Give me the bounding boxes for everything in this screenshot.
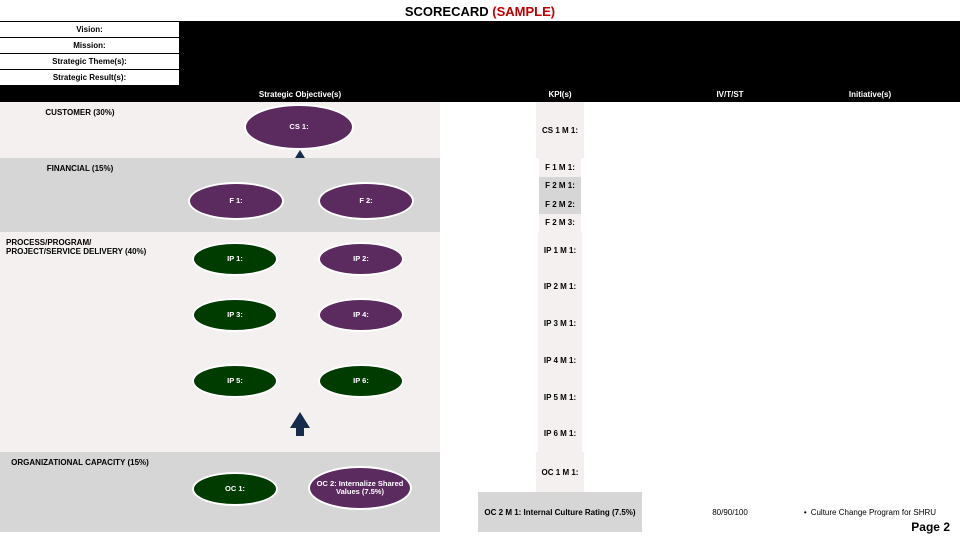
- init-customer: [780, 102, 960, 158]
- kpi-ip5m1: IP 5 M 1:: [538, 379, 582, 416]
- kpi-area-orgcap: OC 1 M 1: OC 2 M 1: Internal Culture Rat…: [440, 452, 680, 532]
- columns-header: Strategic Objective(s) KPI(s) IV/T/ST In…: [0, 86, 960, 102]
- ivtst-orgcap: 80/90/100: [680, 452, 780, 532]
- kpi-oc1m1: OC 1 M 1:: [536, 452, 585, 492]
- kpi-area-customer: CS 1 M 1:: [440, 102, 680, 158]
- mission-label: Mission:: [0, 38, 180, 53]
- col-objective-head: Strategic Objective(s): [160, 86, 440, 102]
- ivtst-oc2: 80/90/100: [712, 492, 748, 532]
- obj-area-customer: CS 1:: [160, 102, 440, 158]
- vision-row: Vision:: [0, 22, 960, 38]
- header-rows: Vision: Mission: Strategic Theme(s): Str…: [0, 21, 960, 86]
- init-process: [780, 232, 960, 452]
- result-label: Strategic Result(s):: [0, 70, 180, 85]
- title-main: SCORECARD: [405, 4, 489, 19]
- result-value-2: [570, 70, 960, 85]
- bubble-ip1: IP 1:: [192, 242, 278, 276]
- bubble-oc2: OC 2: Internalize Shared Values (7.5%): [308, 466, 412, 510]
- kpi-ip4m1: IP 4 M 1:: [538, 342, 582, 379]
- bubble-cs1: CS 1:: [244, 104, 354, 150]
- bubble-oc1: OC 1:: [192, 472, 278, 506]
- kpi-area-process: IP 1 M 1: IP 2 M 1: IP 3 M 1: IP 4 M 1: …: [440, 232, 680, 452]
- perspective-customer: CUSTOMER (30%): [0, 102, 160, 158]
- obj-area-orgcap: OC 1: OC 2: Internalize Shared Values (7…: [160, 452, 440, 532]
- theme-label: Strategic Theme(s):: [0, 54, 180, 69]
- tier-financial: FINANCIAL (15%) F 1: F 2: F 1 M 1: F 2 M…: [0, 158, 960, 232]
- theme-value-2: [570, 54, 960, 69]
- bubble-f2: F 2:: [318, 182, 414, 220]
- title-suffix: (SAMPLE): [492, 4, 555, 19]
- bullet-icon: •: [804, 508, 807, 517]
- col-initiative-head: Initiative(s): [780, 86, 960, 102]
- kpi-f1m1: F 1 M 1:: [539, 158, 581, 177]
- ivtst-financial: [680, 158, 780, 232]
- init-financial: [780, 158, 960, 232]
- kpi-f2m2: F 2 M 2:: [539, 195, 581, 214]
- kpi-ip2m1: IP 2 M 1:: [538, 269, 582, 306]
- arrow-up-icon-2: [290, 412, 310, 428]
- obj-area-process: IP 1: IP 2: IP 3: IP 4: IP 5: IP 6:: [160, 232, 440, 452]
- mission-value: [180, 38, 960, 53]
- ivtst-process: [680, 232, 780, 452]
- kpi-f2m1: F 2 M 1:: [539, 177, 581, 196]
- tier-orgcap: ORGANIZATIONAL CAPACITY (15%) OC 1: OC 2…: [0, 452, 960, 532]
- kpi-f2m3: F 2 M 3:: [539, 214, 581, 233]
- perspective-orgcap: ORGANIZATIONAL CAPACITY (15%): [0, 452, 160, 532]
- bubble-ip6: IP 6:: [318, 364, 404, 398]
- col-kpi-head: KPI(s): [440, 86, 680, 102]
- obj-area-financial: F 1: F 2:: [160, 158, 440, 232]
- vision-label: Vision:: [0, 22, 180, 37]
- bubble-f1: F 1:: [188, 182, 284, 220]
- bubble-ip3: IP 3:: [192, 298, 278, 332]
- page-title: SCORECARD (SAMPLE): [0, 0, 960, 21]
- bubble-ip5: IP 5:: [192, 364, 278, 398]
- result-value-1: [180, 70, 570, 85]
- kpi-cs1m1: CS 1 M 1:: [536, 102, 584, 158]
- kpi-ip3m1: IP 3 M 1:: [538, 305, 582, 342]
- col-perspective-head: [0, 86, 160, 102]
- theme-row: Strategic Theme(s):: [0, 54, 960, 70]
- tier-customer: CUSTOMER (30%) CS 1: CS 1 M 1:: [0, 102, 960, 158]
- result-row: Strategic Result(s):: [0, 70, 960, 86]
- kpi-ip1m1: IP 1 M 1:: [538, 232, 582, 269]
- mission-row: Mission:: [0, 38, 960, 54]
- tier-process: PROCESS/PROGRAM/ PROJECT/SERVICE DELIVER…: [0, 232, 960, 452]
- col-ivtst-head: IV/T/ST: [680, 86, 780, 102]
- perspective-process: PROCESS/PROGRAM/ PROJECT/SERVICE DELIVER…: [0, 232, 160, 452]
- bubble-ip2: IP 2:: [318, 242, 404, 276]
- ivtst-customer: [680, 102, 780, 158]
- bubble-ip4: IP 4:: [318, 298, 404, 332]
- kpi-oc2m1: OC 2 M 1: Internal Culture Rating (7.5%): [478, 492, 641, 532]
- perspective-financial: FINANCIAL (15%): [0, 158, 160, 232]
- theme-value-1: [180, 54, 570, 69]
- vision-value: [180, 22, 960, 37]
- init-oc2: Culture Change Program for SHRU: [811, 508, 936, 517]
- kpi-ip6m1: IP 6 M 1:: [538, 415, 582, 452]
- kpi-area-financial: F 1 M 1: F 2 M 1: F 2 M 2: F 2 M 3:: [440, 158, 680, 232]
- page-number: Page 2: [911, 520, 950, 534]
